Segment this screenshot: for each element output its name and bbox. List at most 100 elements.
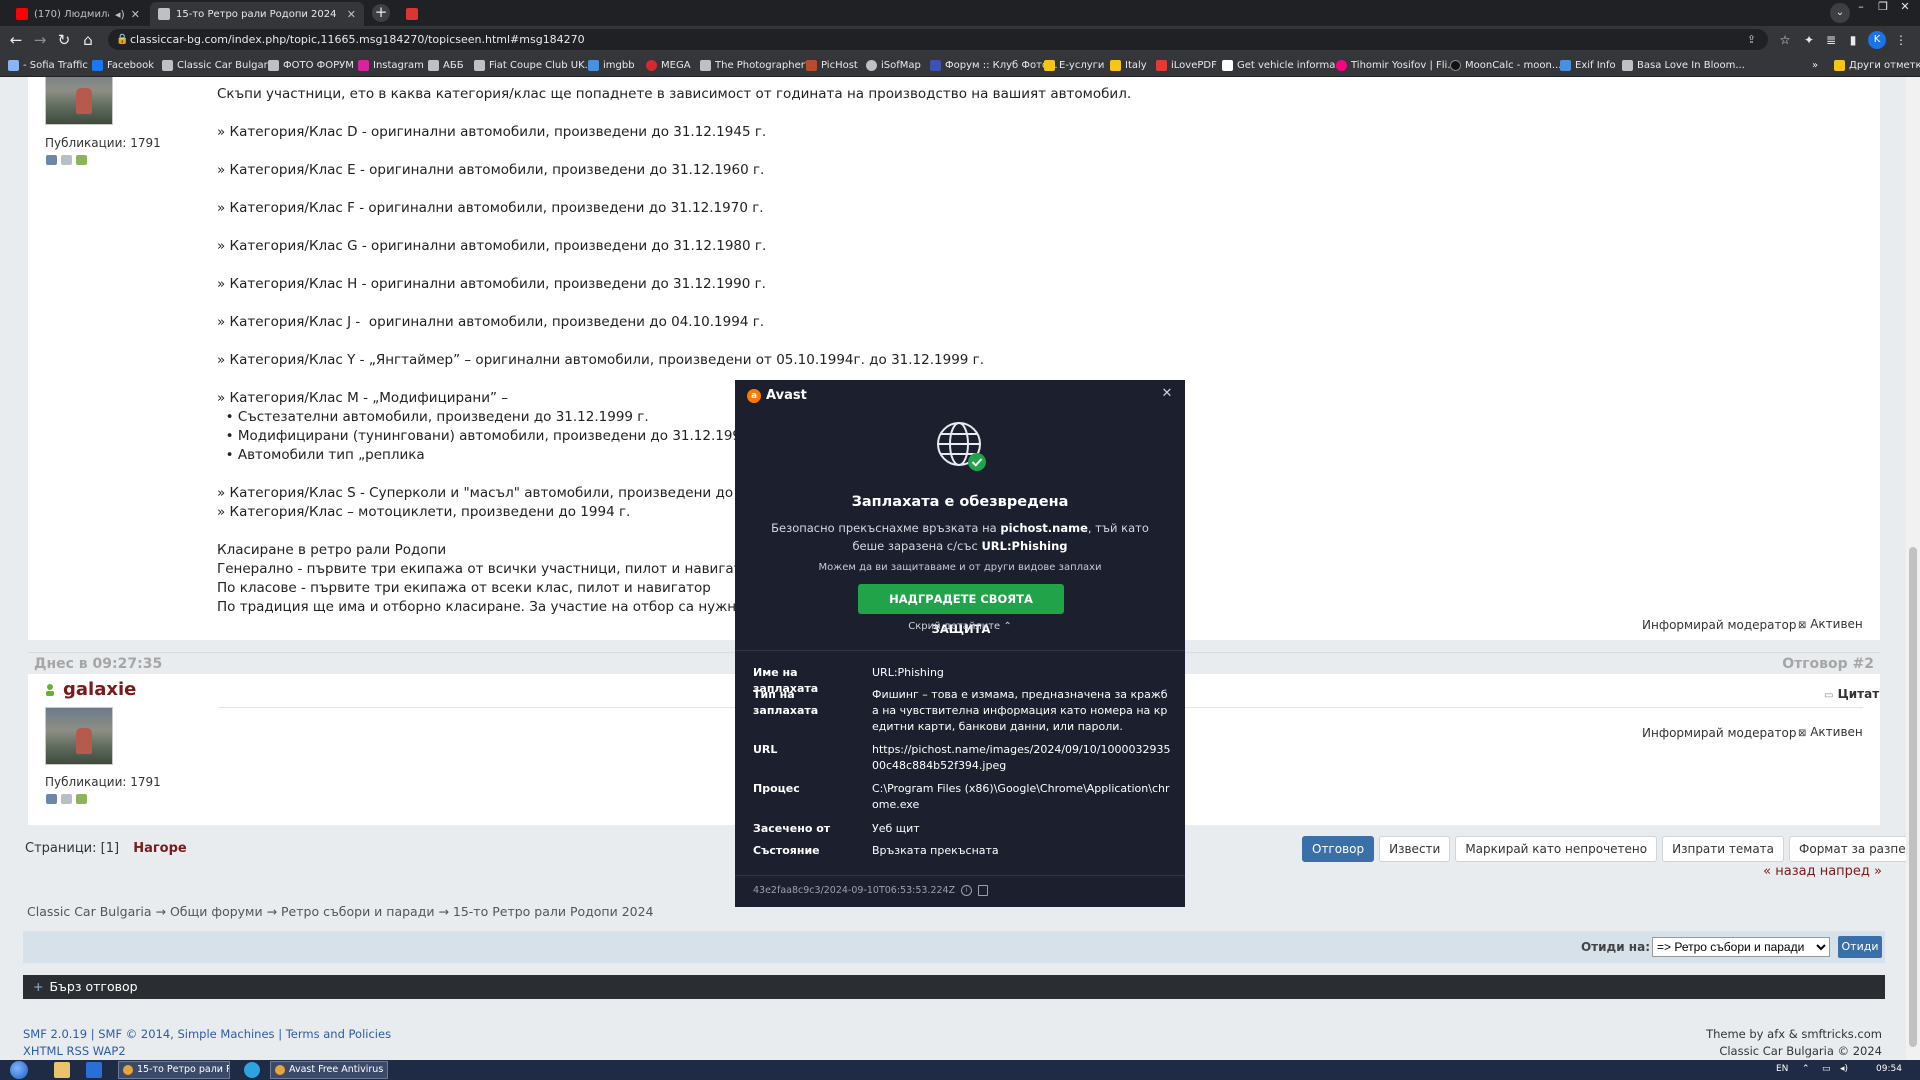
tab-forum[interactable]: 15-то Ретро рали Родопи 2024 ✕ — [150, 2, 364, 26]
bookmark-item[interactable]: Classic Car Bulgaria — [162, 57, 277, 73]
breadcrumb[interactable]: Classic Car Bulgaria → Общи форуми → Рет… — [27, 904, 654, 919]
close-tab-icon[interactable]: ✕ — [347, 8, 356, 21]
reply-button[interactable]: Отговор — [1302, 836, 1375, 862]
taskbar-chrome-task[interactable]: 15-то Ретро рали Ро... — [118, 1061, 230, 1079]
restore-icon[interactable]: ❐ — [1872, 0, 1894, 14]
home-icon[interactable]: ⌂ — [78, 30, 98, 50]
bookmark-item[interactable]: Facebook — [92, 57, 154, 73]
profile-avatar[interactable]: K — [1868, 31, 1886, 49]
clock[interactable]: 09:54 — [1876, 1064, 1902, 1074]
report-to-moderator-link[interactable]: Информирай модератор — [1642, 726, 1796, 740]
address-bar[interactable]: 🔒 classiccar-bg.com/index.php/topic,1166… — [108, 29, 1768, 50]
scrollbar-thumb[interactable] — [1909, 547, 1917, 1047]
bookmark-item[interactable]: ФОТО ФОРУМ — [268, 57, 354, 73]
car-favicon-icon — [158, 8, 170, 20]
copy-icon[interactable] — [978, 885, 989, 896]
bookmark-item[interactable]: iLovePDF — [1156, 57, 1217, 73]
tab-extra[interactable] — [398, 2, 434, 26]
bookmark-item[interactable]: Italy — [1110, 57, 1147, 73]
bookmark-item[interactable]: imgbb — [588, 57, 635, 73]
go-button[interactable]: Отиди — [1838, 936, 1882, 958]
quick-reply-toggle[interactable]: + Бърз отговор — [23, 975, 1885, 999]
reading-list-icon[interactable]: ≣ — [1822, 31, 1840, 49]
bookmark-item[interactable]: Fiat Coupe Club UK... — [474, 57, 594, 73]
bookmark-item[interactable]: PicHost — [806, 57, 858, 73]
language-indicator[interactable]: EN — [1776, 1064, 1788, 1074]
edge-icon[interactable] — [244, 1062, 260, 1078]
post-line: » Категория/Клас Y - „Янгтаймер” – ориги… — [217, 352, 985, 368]
bookmark-item[interactable]: Get vehicle informa... — [1222, 57, 1345, 73]
message-icon[interactable] — [76, 155, 87, 165]
mark-unread-button[interactable]: Маркирай като непрочетено — [1455, 836, 1658, 862]
avatar[interactable] — [45, 707, 113, 765]
browser-tab-bar: (170) Людмила Сланева - П ◂) ✕ 15-то Рет… — [0, 0, 1920, 26]
bookmark-item[interactable]: MoonCalc - moon... — [1450, 57, 1561, 73]
new-tab-button[interactable]: + — [372, 4, 390, 22]
other-bookmarks[interactable]: Други отметки — [1834, 57, 1920, 73]
menu-kebab-icon[interactable]: ⋮ — [1892, 31, 1910, 49]
prev-next-links[interactable]: « назад напред » — [1763, 864, 1882, 879]
start-button[interactable] — [10, 1061, 28, 1079]
share-icon[interactable]: ⇪ — [1747, 29, 1756, 50]
jump-to-select[interactable]: => Ретро събори и паради — [1652, 937, 1830, 957]
info-icon[interactable]: i — [961, 885, 973, 896]
email-icon[interactable] — [61, 794, 72, 804]
forward-icon[interactable]: → — [30, 30, 50, 50]
go-top-link[interactable]: Нагоре — [133, 841, 187, 856]
network-icon[interactable]: ▭ — [1822, 1064, 1831, 1074]
footer-credits[interactable]: SMF 2.0.19 | SMF © 2014, Simple Machines… — [23, 1026, 391, 1043]
username-link[interactable]: galaxie — [63, 679, 136, 700]
bookmark-item[interactable]: The Photographer's — [700, 57, 813, 73]
bookmark-item[interactable]: MEGA — [646, 57, 691, 73]
profile-icons — [46, 155, 87, 165]
avatar[interactable] — [45, 77, 113, 125]
tab-search-icon[interactable]: ⌄ — [1830, 3, 1850, 23]
message-icon[interactable] — [76, 794, 87, 804]
bookmark-item[interactable]: Е-услуги — [1044, 57, 1104, 73]
outlook-icon[interactable] — [86, 1062, 102, 1078]
profile-icon[interactable] — [46, 155, 57, 165]
bookmark-item[interactable]: Basa Love In Bloom... — [1622, 57, 1745, 73]
bookmark-item[interactable]: АББ — [428, 57, 464, 73]
notify-button[interactable]: Извести — [1379, 836, 1451, 862]
reload-icon[interactable]: ↻ — [54, 30, 74, 50]
theme-credit[interactable]: Theme by afx & smftricks.com — [1706, 1026, 1882, 1043]
close-icon[interactable]: ✕ — [1157, 384, 1177, 404]
bookmark-item[interactable]: Instagram — [358, 57, 424, 73]
minimize-icon[interactable]: – — [1850, 0, 1872, 14]
avast-threat-popup: a Avast ✕ Заплахата е обезвредена Безопа… — [735, 380, 1185, 907]
volume-icon[interactable]: ◂) — [1840, 1064, 1848, 1074]
file-explorer-icon[interactable] — [54, 1062, 70, 1078]
print-button[interactable]: Формат за разпечатване — [1789, 836, 1920, 862]
chevron-right-icon[interactable]: » — [1812, 57, 1818, 73]
side-panel-icon[interactable]: ▮ — [1844, 31, 1862, 49]
bookmark-item[interactable]: Exif Info — [1560, 57, 1616, 73]
extensions-icon[interactable]: ✦ — [1800, 31, 1818, 49]
quote-button[interactable]: ▭ Цитат — [1824, 687, 1879, 701]
post-line: » Категория/Клас E - оригинални автомоби… — [217, 162, 765, 178]
bookmark-star-icon[interactable]: ☆ — [1776, 31, 1794, 49]
upgrade-protection-button[interactable]: НАДГРАДЕТЕ СВОЯТА ЗАЩИТА — [858, 584, 1064, 636]
bookmark-item[interactable]: - Sofia Traffic — [8, 57, 88, 73]
hide-details-toggle[interactable]: Скрий детайлите ⌃ — [735, 621, 1185, 632]
send-topic-button[interactable]: Изпрати темата — [1662, 836, 1785, 862]
tab-youtube[interactable]: (170) Людмила Сланева - П ◂) ✕ — [8, 2, 148, 26]
taskbar-avast-task[interactable]: Avast Free Antivirus — [270, 1061, 388, 1079]
bookmark-item[interactable]: Tihomir Yosifov | Fli... — [1336, 57, 1457, 73]
current-page[interactable]: [1] — [101, 841, 119, 856]
tray-up-icon[interactable]: ⌃ — [1802, 1064, 1810, 1074]
page-scrollbar[interactable] — [1906, 77, 1920, 1060]
back-icon[interactable]: ← — [6, 30, 26, 50]
profile-icon[interactable] — [46, 794, 57, 804]
reply-number-link[interactable]: Отговор #2 — [1782, 656, 1874, 672]
footer-links[interactable]: XHTML RSS WAP2 — [23, 1043, 391, 1060]
close-window-icon[interactable]: ✕ — [1894, 0, 1916, 14]
report-to-moderator-link[interactable]: Информирай модератор — [1642, 618, 1796, 632]
bookmark-item[interactable]: Форум :: Клуб Фото... — [930, 57, 1058, 73]
email-icon[interactable] — [61, 155, 72, 165]
mute-icon[interactable]: ◂) — [115, 8, 125, 21]
bookmark-item[interactable]: iSofMap — [866, 57, 921, 73]
